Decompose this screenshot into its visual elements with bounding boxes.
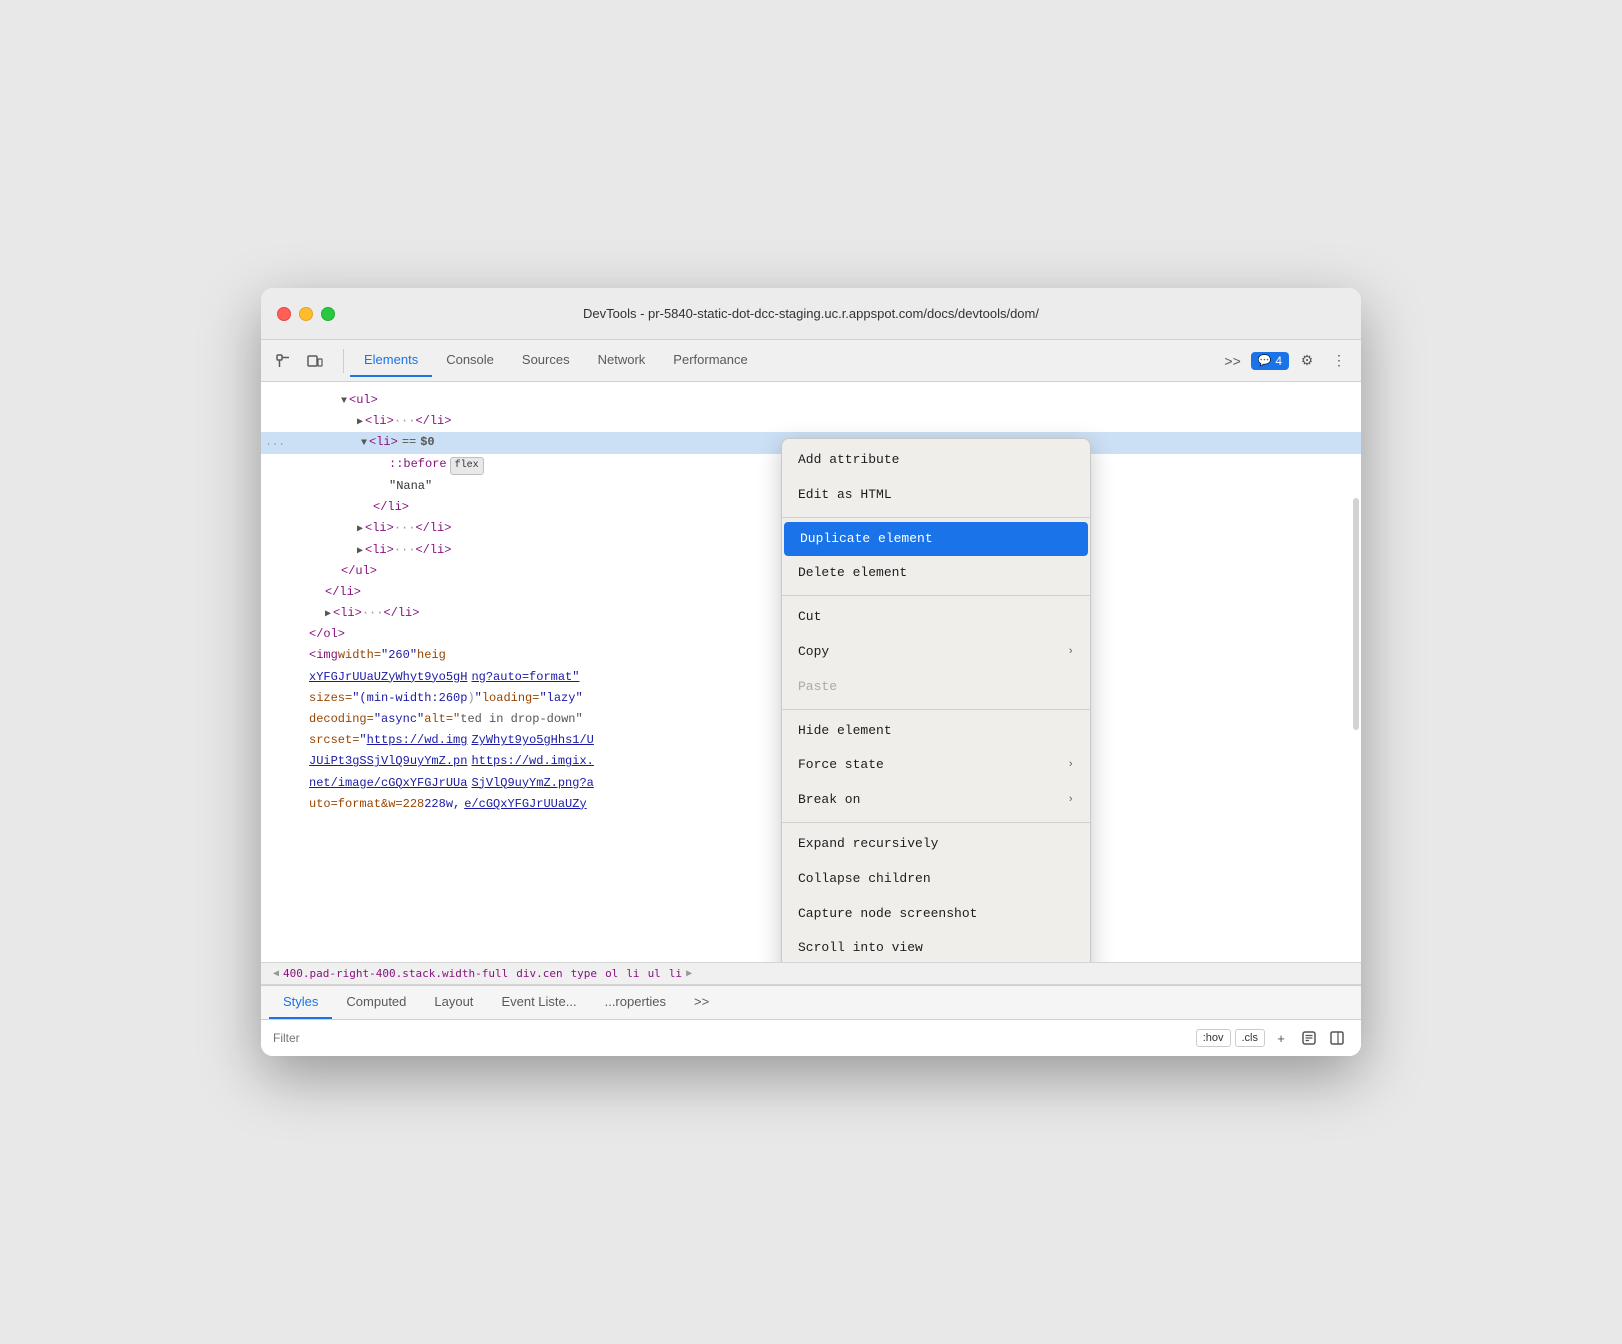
bottom-tabs: Styles Computed Layout Event Liste... ..… <box>261 986 1361 1020</box>
menu-item-copy[interactable]: Copy › <box>782 635 1090 670</box>
tab-console[interactable]: Console <box>432 344 508 377</box>
menu-item-duplicate-element[interactable]: Duplicate element <box>784 522 1088 557</box>
submenu-arrow: › <box>1067 792 1074 810</box>
menu-item-hide-element[interactable]: Hide element <box>782 714 1090 749</box>
breadcrumb-item[interactable]: li <box>669 967 682 980</box>
hov-button[interactable]: :hov <box>1196 1029 1231 1047</box>
tab-computed[interactable]: Computed <box>332 986 420 1019</box>
tab-event-listeners[interactable]: Event Liste... <box>487 986 590 1019</box>
submenu-arrow: › <box>1067 644 1074 662</box>
menu-item-force-state[interactable]: Force state › <box>782 748 1090 783</box>
context-menu: Add attribute Edit as HTML Duplicate ele… <box>781 438 1091 962</box>
devtools-main: ▼ <ul> ▶ <li> ··· </li> ... ▼ <li> == $0 <box>261 382 1361 1056</box>
menu-item-delete-element[interactable]: Delete element <box>782 556 1090 591</box>
devtools-window: DevTools - pr-5840-static-dot-dcc-stagin… <box>261 288 1361 1056</box>
badge-count: 4 <box>1275 354 1282 368</box>
settings-icon[interactable]: ⚙ <box>1293 347 1321 375</box>
tab-styles[interactable]: Styles <box>269 986 332 1019</box>
tab-network[interactable]: Network <box>584 344 660 377</box>
window-title: DevTools - pr-5840-static-dot-dcc-stagin… <box>583 306 1039 321</box>
menu-item-expand-recursively[interactable]: Expand recursively <box>782 827 1090 862</box>
breadcrumb-item[interactable]: type <box>571 967 598 980</box>
inspector-stylesheet-button[interactable] <box>1297 1026 1321 1050</box>
more-options-icon[interactable]: ⋮ <box>1325 347 1353 375</box>
menu-separator <box>782 822 1090 823</box>
menu-item-break-on[interactable]: Break on › <box>782 783 1090 818</box>
device-toggle-icon[interactable] <box>301 347 329 375</box>
console-icon: 💬 <box>1258 354 1272 367</box>
traffic-lights <box>277 307 335 321</box>
toolbar-tabs: Elements Console Sources Network Perform… <box>350 344 1219 377</box>
element-picker-icon[interactable] <box>269 347 297 375</box>
menu-item-paste: Paste <box>782 670 1090 705</box>
devtools-toolbar: Elements Console Sources Network Perform… <box>261 340 1361 382</box>
cls-button[interactable]: .cls <box>1235 1029 1266 1047</box>
breadcrumb-bar: ◀ 400.pad-right-400.stack.width-full div… <box>261 962 1361 985</box>
breadcrumb-item[interactable]: div.cen <box>516 967 562 980</box>
close-button[interactable] <box>277 307 291 321</box>
add-style-rule-button[interactable]: + <box>1269 1026 1293 1050</box>
tab-elements[interactable]: Elements <box>350 344 432 377</box>
filter-input[interactable] <box>273 1031 1188 1045</box>
console-badge[interactable]: 💬 4 <box>1251 352 1289 370</box>
fullscreen-button[interactable] <box>321 307 335 321</box>
submenu-arrow: › <box>1067 757 1074 775</box>
more-tabs-icon[interactable]: >> <box>1219 347 1247 375</box>
menu-item-capture-screenshot[interactable]: Capture node screenshot <box>782 897 1090 932</box>
breadcrumb-item[interactable]: ul <box>648 967 661 980</box>
menu-separator <box>782 709 1090 710</box>
breadcrumb-item[interactable]: 400.pad-right-400.stack.width-full <box>283 967 508 980</box>
tab-properties[interactable]: ...roperties <box>591 986 680 1019</box>
toggle-sidebar-button[interactable] <box>1325 1026 1349 1050</box>
menu-separator <box>782 595 1090 596</box>
context-menu-overlay: Add attribute Edit as HTML Duplicate ele… <box>261 382 1361 962</box>
menu-item-add-attribute[interactable]: Add attribute <box>782 443 1090 478</box>
menu-separator <box>782 517 1090 518</box>
bottom-panel: Styles Computed Layout Event Liste... ..… <box>261 985 1361 1056</box>
bottom-toolbar: :hov .cls + <box>261 1020 1361 1056</box>
more-tabs[interactable]: >> <box>680 986 723 1019</box>
dom-panel: ▼ <ul> ▶ <li> ··· </li> ... ▼ <li> == $0 <box>261 382 1361 962</box>
menu-item-edit-as-html[interactable]: Edit as HTML <box>782 478 1090 513</box>
tab-performance[interactable]: Performance <box>659 344 761 377</box>
breadcrumb-item[interactable]: li <box>626 967 639 980</box>
breadcrumb-back-arrow[interactable]: ◀ <box>273 968 279 979</box>
menu-item-scroll-into-view[interactable]: Scroll into view <box>782 931 1090 962</box>
tab-sources[interactable]: Sources <box>508 344 584 377</box>
toolbar-right: >> 💬 4 ⚙ ⋮ <box>1219 347 1353 375</box>
bottom-actions: :hov .cls + <box>1196 1026 1349 1050</box>
toolbar-divider <box>343 349 344 373</box>
breadcrumb-forward-arrow[interactable]: ▶ <box>686 968 692 979</box>
minimize-button[interactable] <box>299 307 313 321</box>
toolbar-icons <box>269 347 329 375</box>
tab-layout[interactable]: Layout <box>420 986 487 1019</box>
menu-item-cut[interactable]: Cut <box>782 600 1090 635</box>
menu-item-collapse-children[interactable]: Collapse children <box>782 862 1090 897</box>
breadcrumb-item[interactable]: ol <box>605 967 618 980</box>
titlebar: DevTools - pr-5840-static-dot-dcc-stagin… <box>261 288 1361 340</box>
